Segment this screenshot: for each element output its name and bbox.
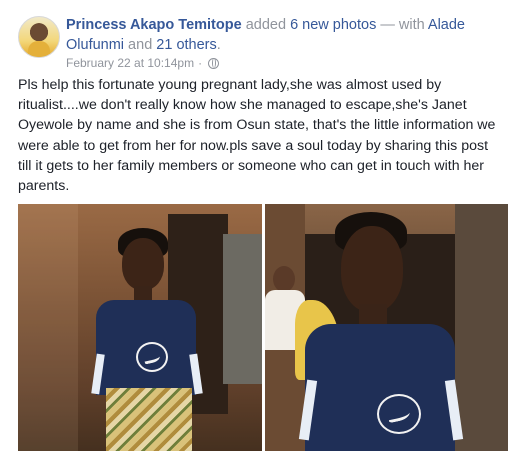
facebook-post: Princess Akapo Temitope added 6 new phot…	[0, 0, 508, 451]
with-text: — with	[376, 17, 428, 33]
post-body-text: Pls help this fortunate young pregnant l…	[18, 77, 496, 195]
timestamp-link[interactable]: February 22 at 10:14pm	[66, 56, 194, 70]
photo-count-link[interactable]: 6 new photos	[290, 17, 376, 33]
meta-separator: ·	[198, 56, 203, 70]
photo-right[interactable]	[265, 204, 508, 451]
wall-highlight	[18, 204, 78, 451]
jersey-logo	[136, 342, 168, 372]
person-head	[122, 238, 164, 290]
action-text: added	[241, 17, 291, 33]
jersey	[305, 324, 455, 451]
wrapper-cloth	[106, 388, 192, 451]
post-meta: February 22 at 10:14pm ·	[66, 56, 220, 70]
wall-patch	[223, 234, 262, 384]
right-wall	[455, 204, 508, 451]
period-text: .	[216, 37, 221, 53]
avatar-figure	[28, 41, 50, 57]
others-link[interactable]: 21 others	[156, 37, 216, 53]
jersey-logo	[377, 394, 421, 434]
and-text: and	[124, 37, 157, 53]
author-avatar[interactable]	[18, 16, 60, 58]
person-head	[341, 226, 403, 312]
background-man-head	[273, 266, 295, 292]
photo-left[interactable]	[18, 204, 262, 451]
globe-icon[interactable]	[208, 57, 220, 69]
post-header: Princess Akapo Temitope added 6 new phot…	[66, 15, 496, 55]
author-name-link[interactable]: Princess Akapo Temitope	[66, 17, 242, 33]
